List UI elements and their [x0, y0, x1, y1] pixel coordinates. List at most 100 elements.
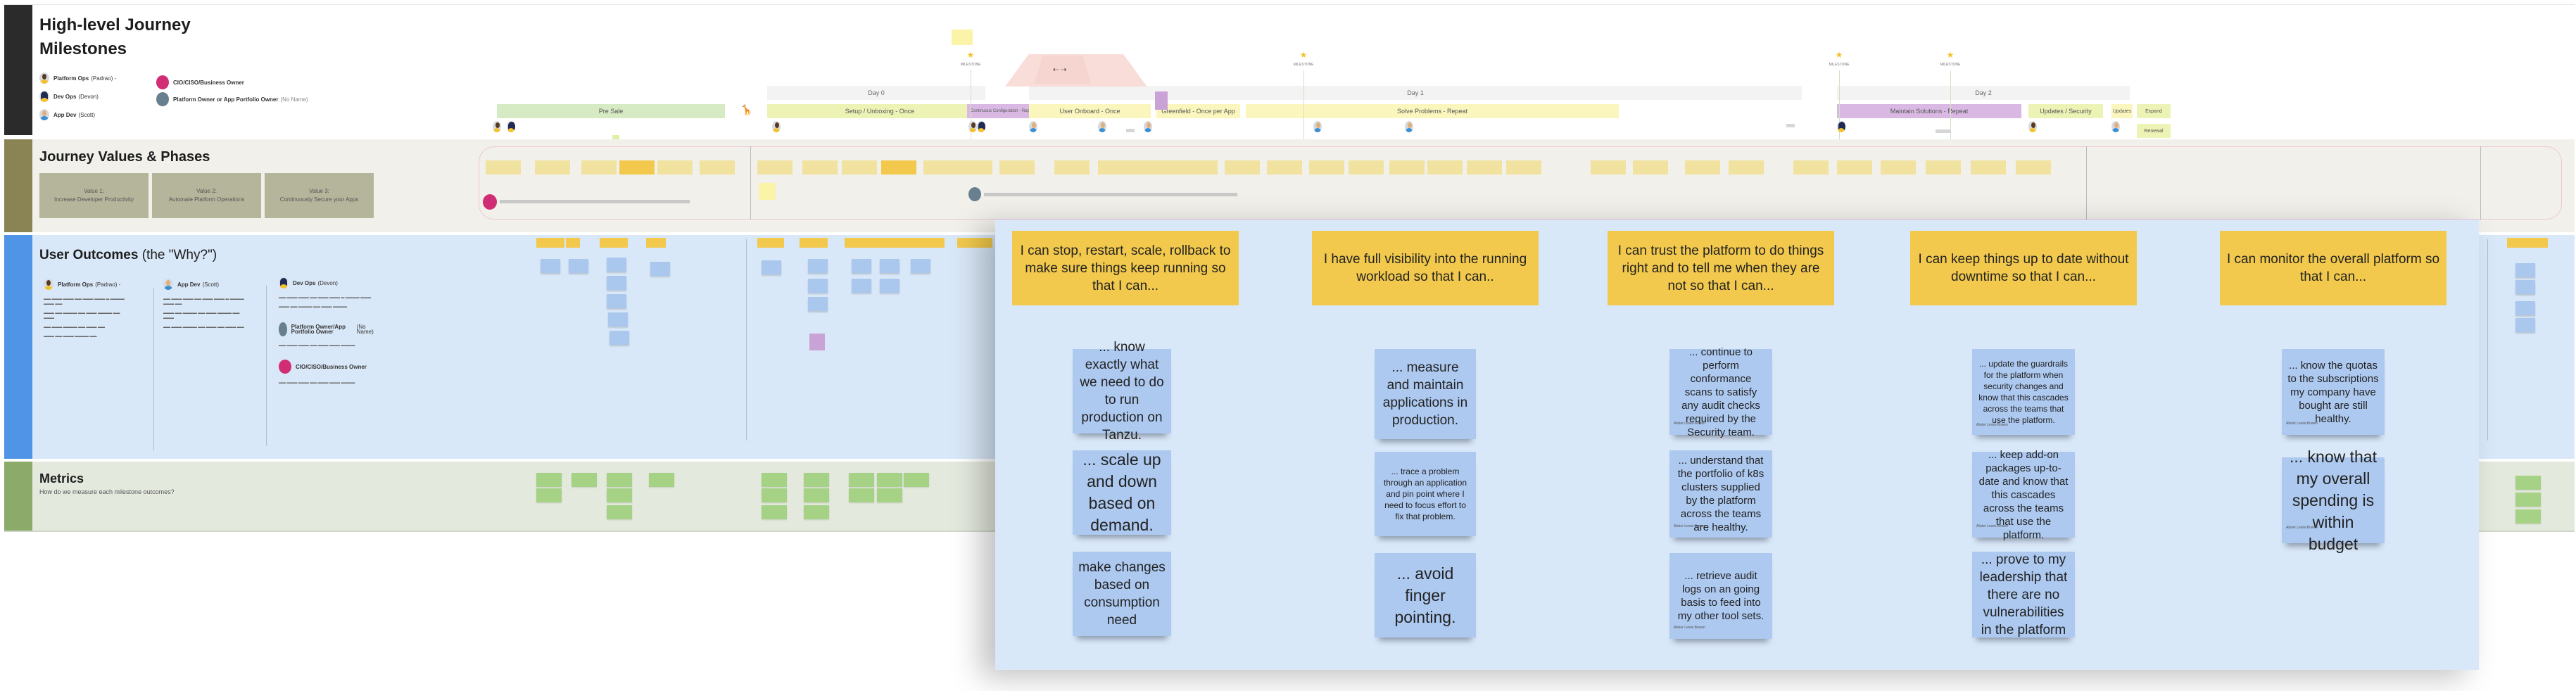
metric-sticky[interactable] — [849, 488, 874, 502]
phase-setup-unboxing[interactable]: Setup / Unboxing - Once — [767, 104, 992, 118]
journey-step-card[interactable] — [1729, 160, 1764, 175]
outcome-sticky[interactable]: ... keep add-on packages up-to-date and … — [1972, 449, 2075, 541]
outcome-sticky[interactable]: ... update the guardrails for the platfo… — [1972, 349, 2075, 435]
phase-updates[interactable]: Updates — [2111, 104, 2133, 118]
journey-step-card[interactable] — [1349, 160, 1384, 175]
metric-sticky[interactable] — [877, 473, 902, 487]
outcome-sticky[interactable]: ... know the quotas to the subscriptions… — [2282, 349, 2385, 435]
journey-step-card[interactable] — [802, 160, 838, 175]
journey-step-card[interactable] — [1427, 160, 1463, 175]
metric-sticky[interactable] — [2515, 476, 2541, 490]
journey-step-card[interactable] — [957, 160, 992, 175]
value-card-1[interactable]: Value 1: Increase Developer Productivity — [39, 173, 149, 218]
outcome-sticky[interactable] — [852, 279, 871, 293]
phase-solve-problems[interactable]: Solve Problems - Repeat — [1246, 104, 1619, 118]
outcome-sticky[interactable] — [808, 297, 828, 311]
outcome-sticky[interactable] — [880, 259, 899, 273]
journey-step-card[interactable] — [581, 160, 617, 175]
journey-step-card[interactable] — [535, 160, 570, 175]
metric-sticky[interactable] — [804, 473, 829, 487]
headline-sticky[interactable] — [757, 238, 784, 248]
outcome-sticky[interactable] — [608, 312, 628, 327]
journey-step-card[interactable] — [1309, 160, 1344, 175]
headline-sticky[interactable] — [2507, 238, 2548, 248]
whiteboard-canvas[interactable]: High-level Journey Milestones Platform O… — [0, 0, 2576, 691]
metric-sticky[interactable] — [849, 473, 874, 487]
journey-step-card[interactable] — [619, 160, 655, 175]
phase-continuous-configuration[interactable]: Continuous Configuration - Repeat — [967, 104, 1039, 118]
metric-sticky[interactable] — [762, 473, 787, 487]
metric-sticky[interactable] — [607, 505, 632, 519]
headline-sticky[interactable]: I can keep things up to date without dow… — [1910, 231, 2137, 305]
metric-sticky[interactable] — [536, 488, 562, 502]
outcome-sticky[interactable] — [2515, 318, 2535, 332]
outcome-sticky[interactable] — [2515, 280, 2535, 294]
outcome-sticky[interactable] — [2515, 301, 2535, 315]
metric-sticky[interactable] — [804, 505, 829, 519]
milestone-star-1[interactable]: ★ MILESTONE — [960, 51, 981, 69]
journey-step-card[interactable] — [1054, 160, 1090, 175]
journey-step-card[interactable] — [1633, 160, 1668, 175]
metric-sticky[interactable] — [762, 505, 787, 519]
metric-sticky[interactable] — [877, 488, 902, 502]
outcome-sticky[interactable]: ... continue to perform conformance scan… — [1669, 346, 1772, 438]
note-sticky[interactable] — [759, 183, 776, 200]
note-sticky-top[interactable] — [952, 30, 973, 45]
outcome-sticky[interactable] — [880, 279, 899, 293]
metric-sticky[interactable] — [607, 488, 632, 502]
outcome-sticky[interactable] — [607, 294, 626, 308]
journey-step-card[interactable] — [1591, 160, 1626, 175]
purple-sticky[interactable] — [1155, 91, 1168, 110]
outcome-sticky[interactable] — [762, 260, 781, 274]
phase-expand[interactable]: Expand — [2137, 104, 2171, 118]
outcome-sticky[interactable]: ... know exactly what we need to do to r… — [1073, 340, 1171, 443]
headline-sticky[interactable]: I can monitor the overall platform so th… — [2220, 231, 2446, 305]
journey-step-card[interactable] — [1926, 160, 1961, 175]
outcome-sticky[interactable]: ... scale up and down based on demand. — [1073, 450, 1171, 535]
outcome-sticky[interactable] — [650, 262, 670, 276]
metric-sticky[interactable] — [649, 473, 674, 487]
outcome-sticky[interactable] — [808, 259, 828, 273]
headline-sticky[interactable] — [566, 238, 580, 248]
phase-updates-security[interactable]: Updates / Security — [2028, 104, 2103, 118]
outcome-sticky[interactable]: ... measure and maintain applications in… — [1375, 349, 1476, 439]
journey-step-card[interactable] — [1225, 160, 1260, 175]
journey-step-card[interactable] — [1267, 160, 1302, 175]
metric-sticky[interactable] — [2515, 493, 2541, 507]
outcome-sticky[interactable] — [911, 259, 930, 273]
zoomed-outcomes-panel[interactable]: I can stop, restart, scale, rollback to … — [995, 220, 2479, 670]
journey-step-card[interactable] — [842, 160, 877, 175]
outcome-sticky[interactable]: ... prove to my leadership that there ar… — [1972, 552, 2075, 638]
journey-step-card[interactable] — [1793, 160, 1829, 175]
journey-step-card[interactable] — [999, 160, 1035, 175]
headline-sticky[interactable] — [957, 238, 992, 248]
journey-step-card[interactable] — [1685, 160, 1720, 175]
metric-sticky[interactable] — [536, 473, 562, 487]
phase-user-onboard[interactable]: User Onboard - Once — [1029, 104, 1151, 118]
journey-step-card[interactable] — [1837, 160, 1872, 175]
headline-sticky[interactable] — [600, 238, 628, 248]
outcome-sticky[interactable] — [569, 259, 588, 273]
journey-step-card[interactable] — [2016, 160, 2051, 175]
value-card-3[interactable]: Value 3: Continuously Secure your Apps — [265, 173, 374, 218]
outcome-sticky[interactable] — [2515, 263, 2535, 277]
phase-maintain-solutions[interactable]: Maintain Solutions - Repeat — [1837, 104, 2021, 118]
journey-step-card[interactable] — [923, 160, 959, 175]
headline-sticky[interactable] — [646, 238, 666, 248]
outcome-sticky[interactable] — [808, 279, 828, 293]
journey-step-card[interactable] — [1467, 160, 1502, 175]
journey-step-card[interactable] — [486, 160, 521, 175]
metric-sticky[interactable] — [572, 473, 597, 487]
outcome-sticky[interactable] — [852, 259, 871, 273]
headline-sticky[interactable] — [845, 238, 945, 248]
value-card-2[interactable]: Value 2: Automate Platform Operations — [152, 173, 261, 218]
outcome-sticky[interactable]: ... retrieve audit logs on an going basi… — [1669, 553, 1772, 639]
metric-sticky[interactable] — [762, 488, 787, 502]
metric-sticky[interactable] — [804, 488, 829, 502]
journey-step-card[interactable] — [1182, 160, 1218, 175]
headline-sticky[interactable]: I can trust the platform to do things ri… — [1608, 231, 1834, 305]
headline-sticky[interactable] — [800, 238, 828, 248]
journey-step-card[interactable] — [1389, 160, 1425, 175]
journey-step-card[interactable] — [657, 160, 693, 175]
milestone-star-2[interactable]: ★ MILESTONE — [1293, 51, 1314, 69]
